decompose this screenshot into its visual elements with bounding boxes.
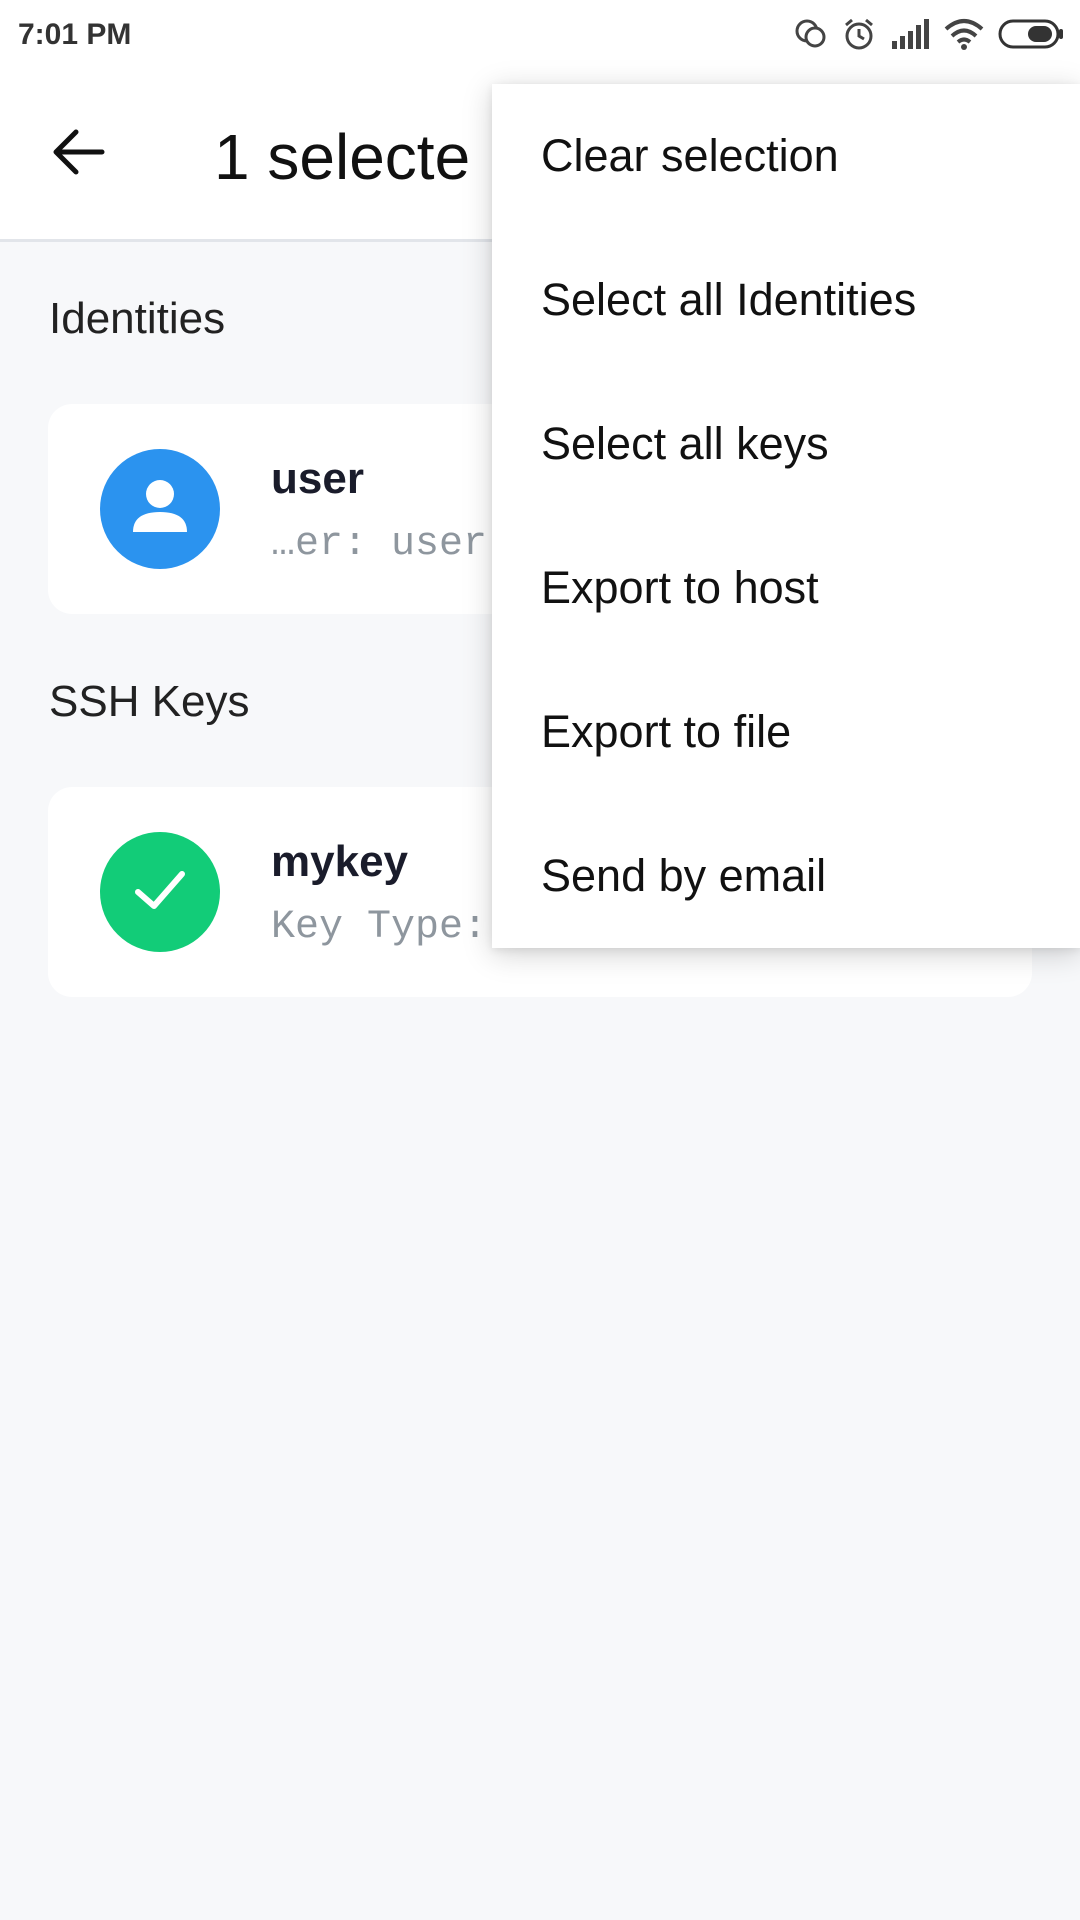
menu-item-export-to-host[interactable]: Export to host bbox=[492, 516, 1080, 660]
section-header-ssh-keys: SSH Keys bbox=[49, 677, 250, 726]
sync-icon bbox=[794, 17, 828, 56]
menu-item-export-to-file[interactable]: Export to file bbox=[492, 660, 1080, 804]
status-icons bbox=[794, 18, 1064, 54]
status-bar: 7:01 PM bbox=[0, 0, 1080, 74]
person-icon bbox=[125, 472, 195, 547]
identity-title: user bbox=[271, 454, 364, 503]
back-button[interactable] bbox=[38, 114, 118, 194]
app-screen: 7:01 PM 1 selecte Identities user …er: u… bbox=[0, 0, 1080, 1920]
battery-icon bbox=[998, 18, 1064, 55]
signal-icon bbox=[890, 18, 930, 54]
ssh-key-subtitle: Key Type: bbox=[271, 905, 488, 950]
ssh-key-title: mykey bbox=[271, 837, 409, 886]
menu-item-clear-selection[interactable]: Clear selection bbox=[492, 84, 1080, 228]
overflow-menu: Clear selection Select all Identities Se… bbox=[492, 84, 1080, 948]
alarm-icon bbox=[842, 17, 876, 56]
check-icon bbox=[128, 858, 192, 927]
arrow-left-icon bbox=[50, 128, 106, 181]
page-title: 1 selecte bbox=[214, 121, 471, 193]
ssh-key-avatar-selected bbox=[100, 832, 220, 952]
status-time: 7:01 PM bbox=[18, 18, 132, 51]
identity-subtitle: …er: user bbox=[271, 522, 488, 567]
section-header-identities: Identities bbox=[49, 294, 226, 343]
identity-avatar bbox=[100, 449, 220, 569]
menu-item-select-all-keys[interactable]: Select all keys bbox=[492, 372, 1080, 516]
menu-item-select-all-identities[interactable]: Select all Identities bbox=[492, 228, 1080, 372]
wifi-icon bbox=[944, 18, 984, 55]
menu-item-send-by-email[interactable]: Send by email bbox=[492, 804, 1080, 948]
